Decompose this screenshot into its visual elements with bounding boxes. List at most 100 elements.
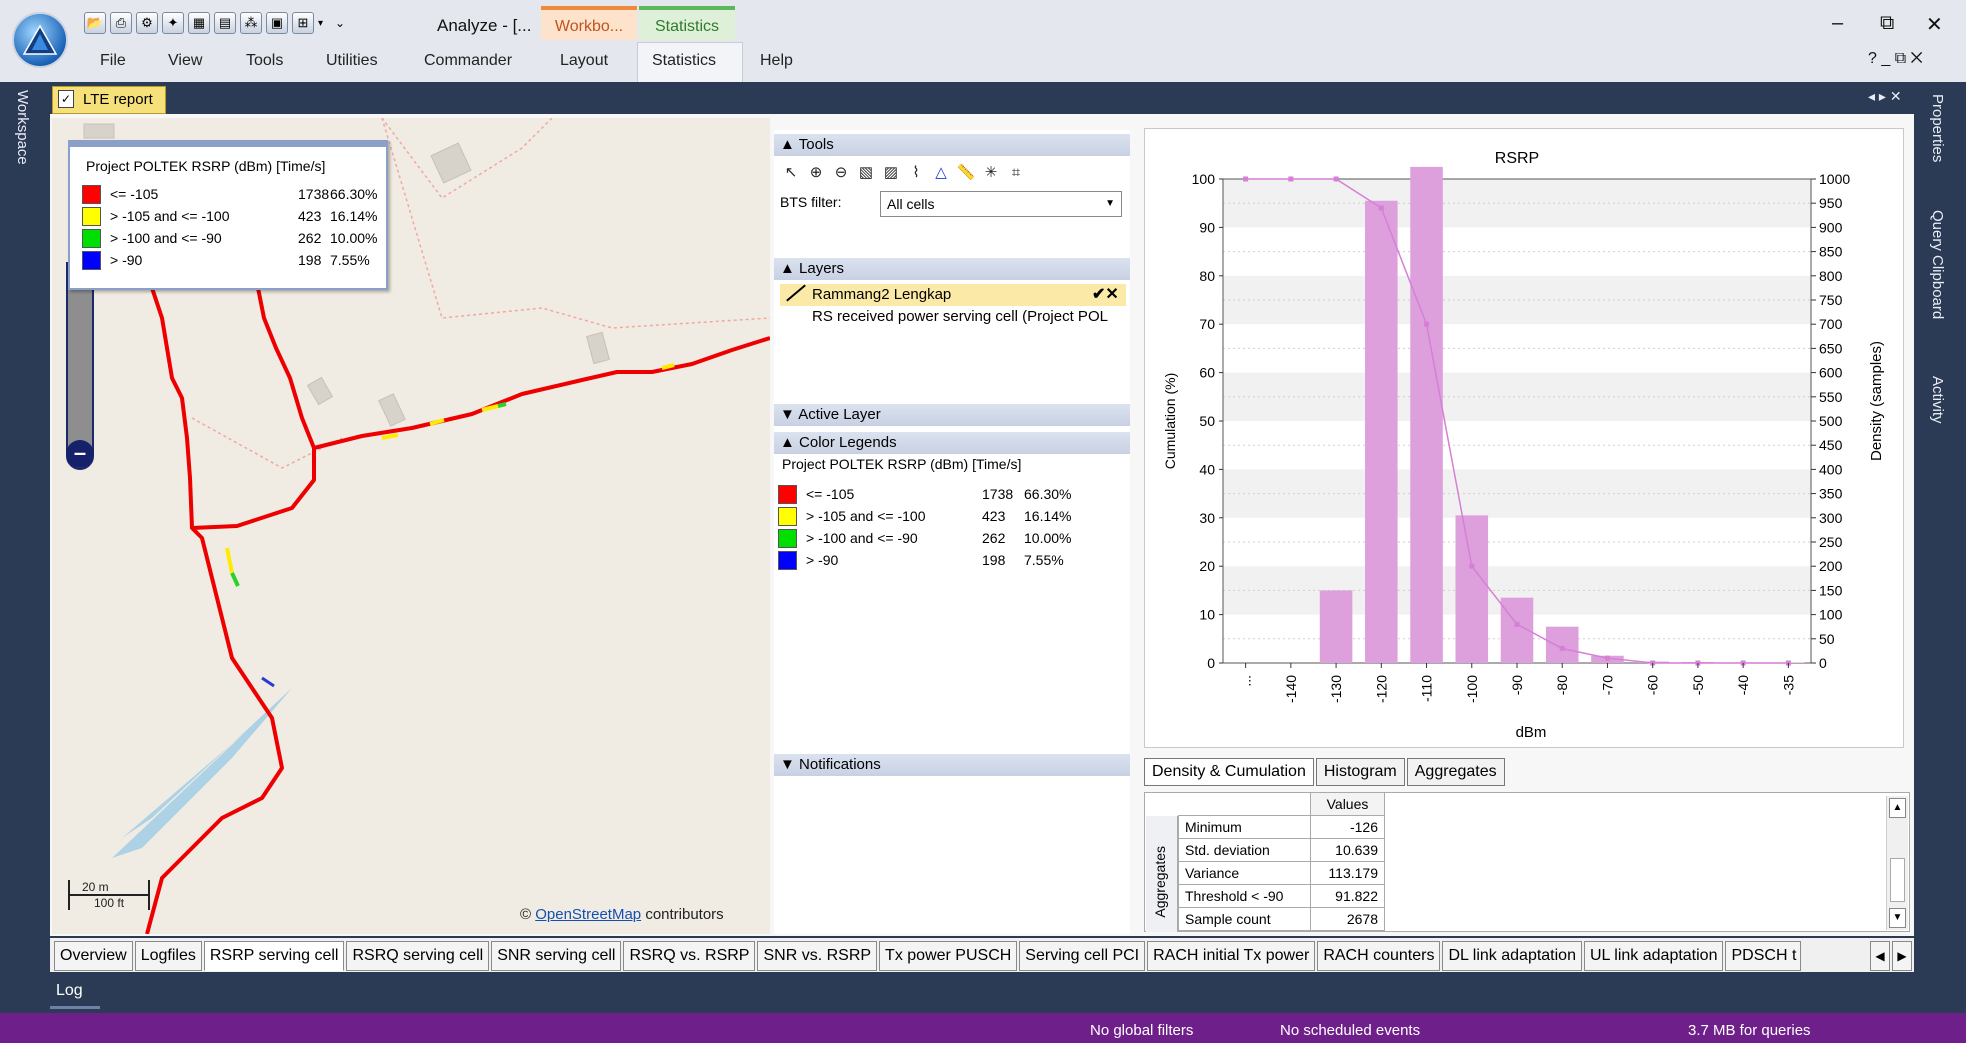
query-clipboard-tab[interactable]: Query Clipboard: [1929, 210, 1946, 319]
tab-rsrp-serving-cell[interactable]: RSRP serving cell: [203, 941, 345, 971]
tab-aggregates[interactable]: Aggregates: [1406, 758, 1505, 786]
zoom-in-icon[interactable]: ⊕: [805, 162, 827, 184]
values-header: Values: [1310, 792, 1385, 816]
close-button[interactable]: ✕: [1926, 12, 1943, 37]
ytick-right-label: 800: [1819, 268, 1843, 284]
color-legend-row: <= -105 1738 66.30%: [778, 484, 1078, 506]
xtick-label: -130: [1328, 675, 1344, 703]
menu-help[interactable]: Help: [760, 52, 793, 70]
lasso-icon[interactable]: ⌇: [905, 162, 927, 184]
context-tab-workbook[interactable]: Workbo...: [541, 6, 637, 40]
row-value: 91.822: [1310, 884, 1385, 908]
xtick-label: -110: [1419, 675, 1435, 702]
tab-histogram[interactable]: Histogram: [1315, 758, 1405, 786]
tab-rach-initial-tx-power[interactable]: RACH initial Tx power: [1147, 941, 1316, 971]
workspace-tab[interactable]: Workspace: [14, 90, 31, 165]
scroll-thumb[interactable]: [1890, 858, 1905, 902]
select-area-icon[interactable]: ▨: [880, 162, 902, 184]
table-row[interactable]: Minimum -126: [1178, 815, 1385, 839]
properties-tab[interactable]: Properties: [1929, 94, 1946, 162]
layers-section-header[interactable]: ▲ Layers: [774, 258, 1130, 280]
qat-dropdown-icon[interactable]: ▾: [318, 18, 323, 29]
image-icon[interactable]: ▣: [266, 12, 288, 34]
tools-section-header[interactable]: ▲ Tools: [774, 134, 1130, 156]
zoom-extent-icon[interactable]: ▧: [855, 162, 877, 184]
puzzle-icon[interactable]: ✦: [162, 12, 184, 34]
tab-overview[interactable]: Overview: [54, 941, 133, 971]
cell-tool-icon[interactable]: ✳: [980, 162, 1002, 184]
export-icon[interactable]: ⊞: [292, 12, 314, 34]
corner-cell: [1178, 792, 1311, 816]
chart-settings-icon[interactable]: ⚙: [136, 12, 158, 34]
openstreetmap-link[interactable]: OpenStreetMap: [535, 906, 641, 923]
menu-commander[interactable]: Commander: [424, 52, 512, 70]
mdi-controls[interactable]: ? _ ⧉ ✕: [1868, 50, 1923, 68]
tab-serving-cell-pci[interactable]: Serving cell PCI: [1019, 941, 1146, 971]
log-tab[interactable]: Log: [56, 982, 83, 1000]
chevron-down-icon: ▼: [1105, 198, 1115, 209]
color-legends-section-header[interactable]: ▲ Color Legends: [774, 432, 1130, 454]
tab-density-cumulation[interactable]: Density & Cumulation: [1144, 758, 1314, 786]
ytick-right-label: 500: [1819, 413, 1843, 429]
zoom-out-button[interactable]: –: [66, 440, 94, 468]
legend-swatch: [82, 207, 101, 226]
tab-logfiles[interactable]: Logfiles: [134, 941, 202, 971]
legend-label: > -90: [110, 252, 143, 268]
table-row[interactable]: Variance 113.179: [1178, 861, 1385, 885]
document-controls[interactable]: ◂ ▸ ✕: [1868, 88, 1902, 105]
legend-swatch: [778, 507, 797, 526]
ruler-icon[interactable]: 📏: [955, 162, 977, 184]
scroll-up-icon[interactable]: ▲: [1889, 798, 1906, 818]
open-folder-icon[interactable]: 📂: [84, 12, 106, 34]
scroll-right-icon[interactable]: ▶: [1892, 941, 1912, 971]
tab-ul-link-adaptation[interactable]: UL link adaptation: [1583, 941, 1724, 971]
zoom-slider[interactable]: [66, 262, 94, 470]
pointer-icon[interactable]: ↖: [780, 162, 802, 184]
notifications-section-header[interactable]: ▼ Notifications: [774, 754, 1130, 776]
minimize-button[interactable]: –: [1832, 12, 1843, 35]
tab-pdsch[interactable]: PDSCH t: [1725, 941, 1802, 971]
tab-snr-serving-cell[interactable]: SNR serving cell: [491, 941, 622, 971]
calculator-icon[interactable]: ▦: [188, 12, 210, 34]
tab-rsrq-vs-rsrp[interactable]: RSRQ vs. RSRP: [623, 941, 756, 971]
activity-tab[interactable]: Activity: [1929, 376, 1946, 424]
tab-dl-link-adaptation[interactable]: DL link adaptation: [1442, 941, 1582, 971]
menu-layout[interactable]: Layout: [560, 52, 608, 70]
qat-customize-icon[interactable]: ⌄: [335, 16, 345, 30]
zoom-out-icon[interactable]: ⊖: [830, 162, 852, 184]
table-row[interactable]: Threshold < -90 91.822: [1178, 884, 1385, 908]
crop-icon[interactable]: ⌗: [1005, 162, 1027, 184]
tab-tx-power-pusch[interactable]: Tx power PUSCH: [879, 941, 1018, 971]
layer-visibility-icons[interactable]: ✔✕: [1092, 284, 1119, 304]
app-logo-icon[interactable]: [12, 12, 68, 68]
legend-pct: 66.30%: [330, 186, 378, 202]
context-tab-statistics[interactable]: Statistics: [639, 6, 735, 40]
bts-filter-select[interactable]: All cells ▼: [880, 191, 1122, 217]
tab-rach-counters[interactable]: RACH counters: [1317, 941, 1441, 971]
triangle-icon[interactable]: △: [930, 162, 952, 184]
row-name: Sample count: [1178, 907, 1311, 931]
ytick-right-label: 350: [1819, 486, 1843, 502]
status-scheduled-events: No scheduled events: [1280, 1022, 1421, 1039]
table-row[interactable]: Sample count 2678: [1178, 907, 1385, 931]
menu-file[interactable]: File: [100, 52, 126, 70]
table-icon[interactable]: ▤: [214, 12, 236, 34]
scroll-down-icon[interactable]: ▼: [1889, 908, 1906, 928]
scroll-left-icon[interactable]: ◀: [1870, 941, 1890, 971]
menu-utilities[interactable]: Utilities: [326, 52, 378, 70]
legend-label: > -105 and <= -100: [110, 208, 230, 224]
restore-button[interactable]: ⧉: [1880, 12, 1894, 35]
tab-rsrq-serving-cell[interactable]: RSRQ serving cell: [346, 941, 490, 971]
print-icon[interactable]: ⎙: [110, 12, 132, 34]
signal-icon[interactable]: ⁂: [240, 12, 262, 34]
layer-subtitle: RS received power serving cell (Project …: [812, 308, 1108, 325]
active-layer-section-header[interactable]: ▼ Active Layer: [774, 404, 1130, 426]
table-row[interactable]: Std. deviation 10.639: [1178, 838, 1385, 862]
menu-statistics[interactable]: Statistics: [652, 52, 716, 70]
aggregates-scrollbar[interactable]: ▲ ▼: [1886, 796, 1908, 930]
row-name: Variance: [1178, 861, 1311, 885]
map-legend-title: Project POLTEK RSRP (dBm) [Time/s]: [86, 158, 326, 174]
menu-tools[interactable]: Tools: [246, 52, 283, 70]
menu-view[interactable]: View: [168, 52, 202, 70]
tab-snr-vs-rsrp[interactable]: SNR vs. RSRP: [757, 941, 878, 971]
